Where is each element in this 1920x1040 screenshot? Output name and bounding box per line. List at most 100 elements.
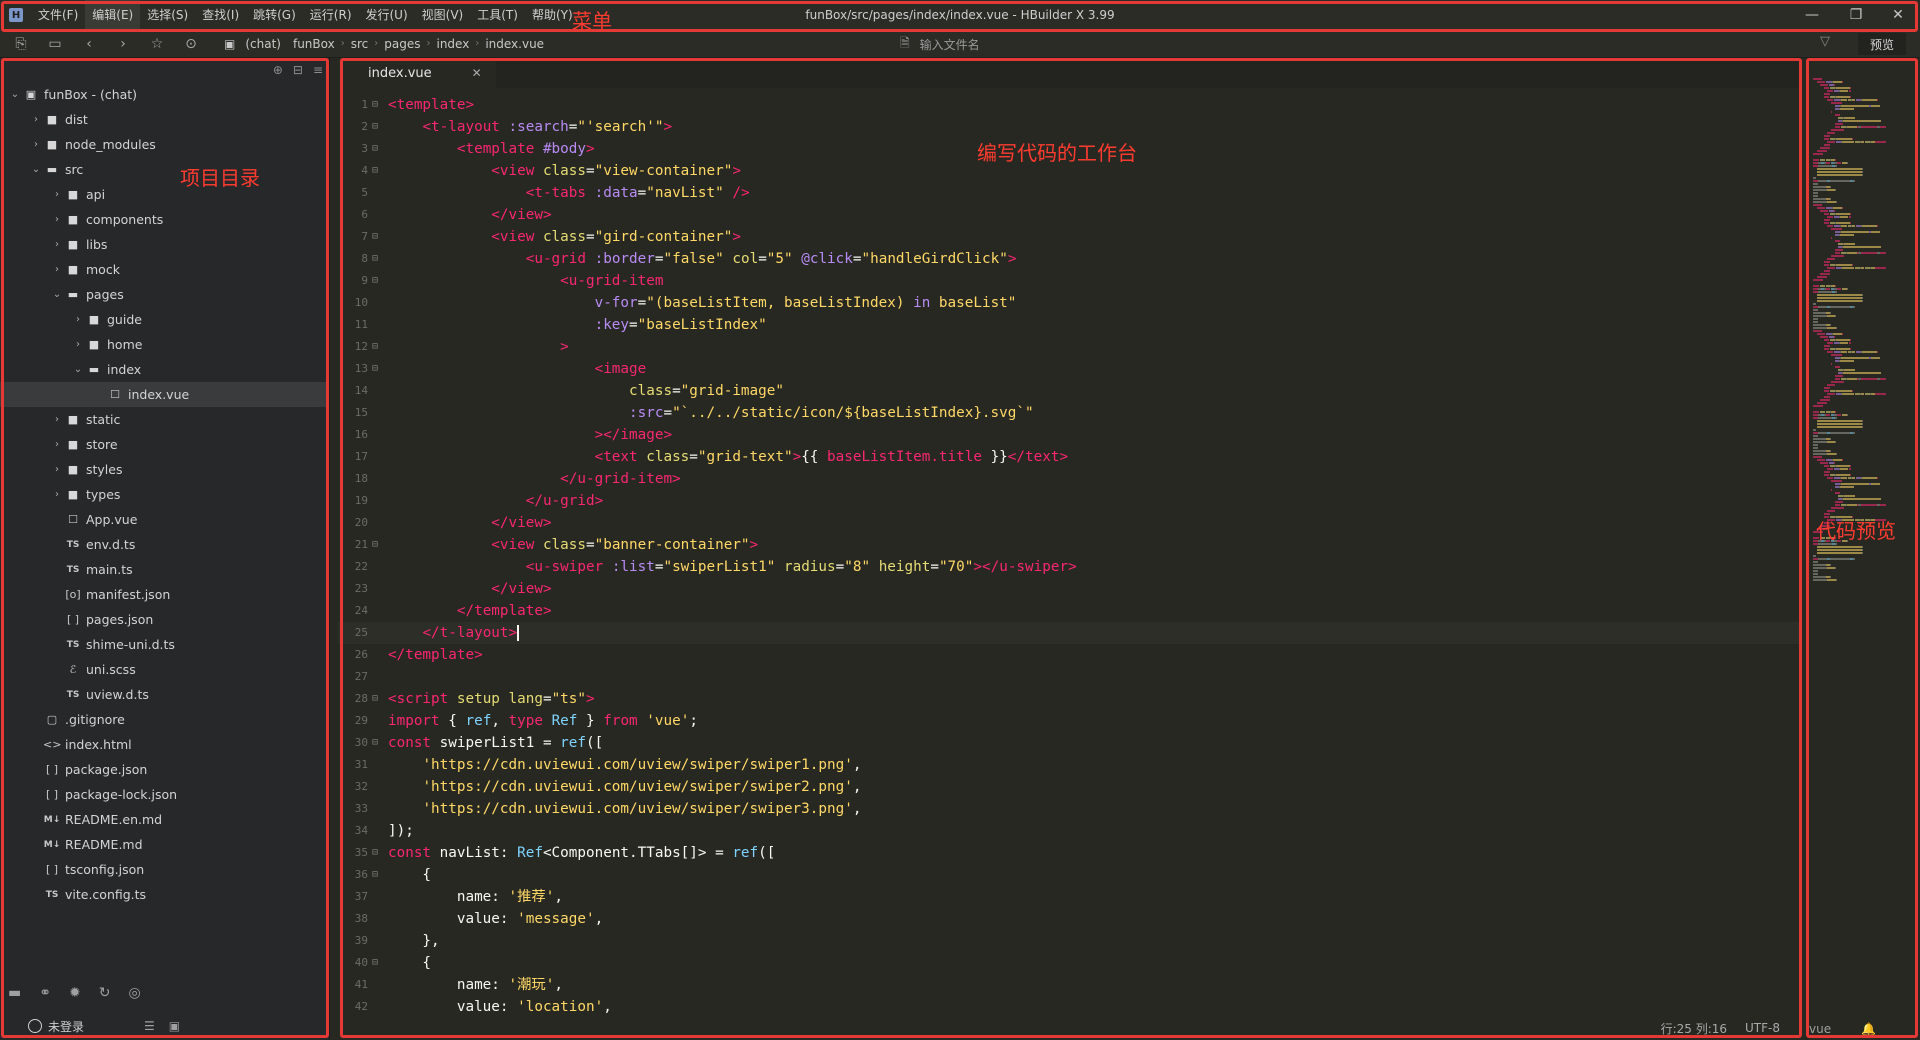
menu-item[interactable]: 编辑(E) [85, 0, 141, 30]
run-icon[interactable]: ⊙ [178, 31, 204, 57]
code-line[interactable]: 40 ⊟ { [338, 952, 1800, 974]
menu-item[interactable]: 文件(F) [31, 0, 85, 30]
tree-item[interactable]: M↓ README.md [0, 832, 329, 857]
plugin-icon[interactable]: ⚭ [39, 985, 51, 1001]
tree-item[interactable]: › ■ api [0, 182, 329, 207]
code-line[interactable]: 30 ⊟ const swiperList1 = ref([ [338, 732, 1800, 754]
code-line[interactable]: 26 </template> [338, 644, 1800, 666]
tree-item[interactable]: [ ] pages.json [0, 607, 329, 632]
collapse-all-icon[interactable]: ⊟ [293, 63, 303, 77]
tree-item[interactable]: ⌄ ▣ funBox - (chat) [0, 82, 329, 107]
code-line[interactable]: 1 ⊟ <template> [338, 94, 1800, 116]
code-line[interactable]: 4 ⊟ <view class="view-container"> [338, 160, 1800, 182]
menu-item[interactable]: 视图(V) [415, 0, 471, 30]
globe-icon[interactable]: ◎ [128, 985, 140, 1001]
tree-item[interactable]: › ■ styles [0, 457, 329, 482]
tree-item[interactable]: ▢ .gitignore [0, 707, 329, 732]
user-icon[interactable] [28, 1019, 42, 1033]
chevron-down-icon[interactable]: ⌄ [50, 289, 64, 300]
fold-icon[interactable]: ⊟ [372, 842, 382, 864]
chevron-down-icon[interactable]: ⌄ [71, 364, 85, 375]
notification-icon[interactable]: 🔔 [1861, 1022, 1876, 1036]
file-search-input[interactable] [919, 37, 1220, 52]
chevron-right-icon[interactable]: › [50, 439, 64, 450]
code-line[interactable]: 24 </template> [338, 600, 1800, 622]
breadcrumb-item[interactable]: funBox [287, 37, 341, 51]
code-line[interactable]: 23 </view> [338, 578, 1800, 600]
tree-item[interactable]: TS uview.d.ts [0, 682, 329, 707]
fold-icon[interactable]: ⊟ [372, 534, 382, 556]
chevron-right-icon[interactable]: › [50, 189, 64, 200]
tree-item[interactable]: [o] manifest.json [0, 582, 329, 607]
code-line[interactable]: 11 :key="baseListIndex" [338, 314, 1800, 336]
tree-item[interactable]: TS main.ts [0, 557, 329, 582]
tree-item[interactable]: › ■ static [0, 407, 329, 432]
menu-item[interactable]: 选择(S) [140, 0, 195, 30]
file-search[interactable]: 🗎 [900, 34, 1220, 55]
tab-index-vue[interactable]: index.vue ✕ [338, 58, 496, 88]
code-area[interactable]: 1 ⊟ <template> 2 ⊟ <t-layout :search="'searc… [338, 94, 1800, 1014]
fold-icon[interactable]: ⊟ [372, 358, 382, 380]
fold-icon[interactable]: ⊟ [372, 116, 382, 138]
code-line[interactable]: 38 value: 'message', [338, 908, 1800, 930]
tree-item[interactable]: TS env.d.ts [0, 532, 329, 557]
tree-item[interactable]: [ ] package.json [0, 757, 329, 782]
code-line[interactable]: 14 class="grid-image" [338, 380, 1800, 402]
code-line[interactable]: 18 </u-grid-item> [338, 468, 1800, 490]
menu-item[interactable]: 查找(I) [195, 0, 246, 30]
code-line[interactable]: 27 [338, 666, 1800, 688]
sync-icon[interactable]: ↻ [99, 985, 111, 1001]
tree-item[interactable]: [ ] package-lock.json [0, 782, 329, 807]
breadcrumb-item[interactable]: index.vue [479, 37, 550, 51]
code-line[interactable]: 31 'https://cdn.uviewui.com/uview/swiper… [338, 754, 1800, 776]
preview-button[interactable]: 预览 [1858, 33, 1906, 55]
sidebar-menu-icon[interactable]: ≡ [313, 63, 323, 77]
debug-icon[interactable]: ✹ [69, 985, 81, 1001]
tree-item[interactable]: ⌄ ▬ src [0, 157, 329, 182]
code-line[interactable]: 22 <u-swiper :list="swiperList1" radius=… [338, 556, 1800, 578]
forward-icon[interactable]: › [110, 31, 136, 57]
locate-icon[interactable]: ⊕ [273, 63, 283, 77]
breadcrumb-item[interactable]: src [345, 37, 375, 51]
code-line[interactable]: 39 }, [338, 930, 1800, 952]
encoding[interactable]: UTF-8 [1745, 1021, 1780, 1035]
fold-icon[interactable]: ⊟ [372, 336, 382, 358]
project-manager-icon[interactable]: ▬ [8, 985, 21, 1001]
menu-item[interactable]: 运行(R) [303, 0, 359, 30]
chevron-down-icon[interactable]: ⌄ [29, 164, 43, 175]
code-line[interactable]: 29 import { ref, type Ref } from 'vue'; [338, 710, 1800, 732]
tree-item[interactable]: › ■ components [0, 207, 329, 232]
tree-item[interactable]: ☐ index.vue [0, 382, 329, 407]
chevron-right-icon[interactable]: › [50, 414, 64, 425]
tree-item[interactable]: <> index.html [0, 732, 329, 757]
chevron-right-icon[interactable]: › [50, 264, 64, 275]
code-line[interactable]: 6 </view> [338, 204, 1800, 226]
menu-item[interactable]: 发行(U) [359, 0, 415, 30]
code-minimap[interactable]: vue 🔔 [1806, 58, 1920, 1040]
code-line[interactable]: 12 ⊟ > [338, 336, 1800, 358]
breadcrumb-item[interactable]: (chat) [239, 37, 287, 51]
tree-item[interactable]: TS shime-uni.d.ts [0, 632, 329, 657]
code-line[interactable]: 10 v-for="(baseListItem, baseListIndex) … [338, 292, 1800, 314]
chevron-down-icon[interactable]: ⌄ [8, 89, 22, 100]
code-line[interactable]: 16 ></image> [338, 424, 1800, 446]
tree-item[interactable]: M↓ README.en.md [0, 807, 329, 832]
fold-icon[interactable]: ⊟ [372, 160, 382, 182]
filter-icon[interactable]: ▽ [1820, 34, 1830, 49]
tree-item[interactable]: › ■ store [0, 432, 329, 457]
menu-item[interactable]: 工具(T) [470, 0, 525, 30]
new-file-icon[interactable]: ⎘ [8, 31, 34, 57]
menu-item[interactable]: 帮助(Y) [525, 0, 580, 30]
fold-icon[interactable]: ⊟ [372, 952, 382, 974]
save-icon[interactable]: ▭ [42, 31, 68, 57]
tree-item[interactable]: › ■ dist [0, 107, 329, 132]
code-line[interactable]: 32 'https://cdn.uviewui.com/uview/swiper… [338, 776, 1800, 798]
code-line[interactable]: 28 ⊟ <script setup lang="ts"> [338, 688, 1800, 710]
chevron-right-icon[interactable]: › [50, 489, 64, 500]
code-line[interactable]: 13 ⊟ <image [338, 358, 1800, 380]
tree-item[interactable]: ⌄ ▬ pages [0, 282, 329, 307]
list-icon[interactable]: ☰ [144, 1019, 155, 1033]
code-line[interactable]: 34]); [338, 820, 1800, 842]
tree-item[interactable]: › ■ home [0, 332, 329, 357]
tree-item[interactable]: › ■ guide [0, 307, 329, 332]
